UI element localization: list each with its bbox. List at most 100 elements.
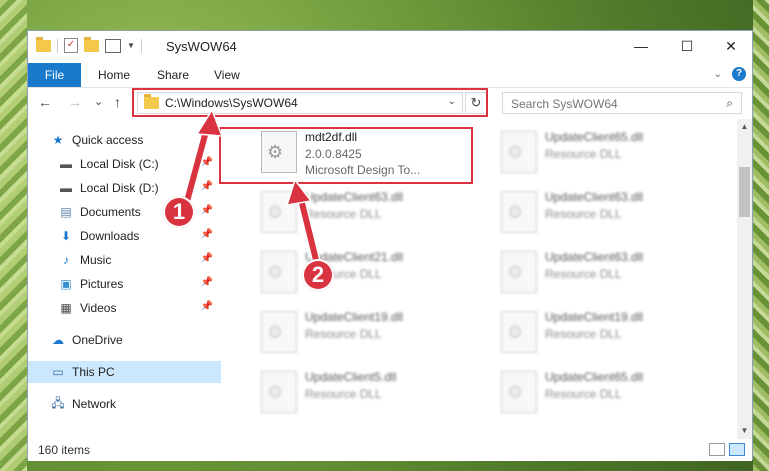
large-icons-view-icon[interactable] bbox=[729, 443, 745, 456]
ribbon-tabs: File Home Share View ⌄ ? bbox=[28, 63, 752, 88]
back-arrow-icon[interactable]: ← bbox=[38, 94, 52, 110]
address-highlight-box bbox=[132, 88, 488, 117]
chevron-down-icon[interactable]: ▼ bbox=[127, 41, 135, 50]
sidebar-item-label: Network bbox=[72, 397, 117, 411]
file-name: UpdateClient63.dll bbox=[305, 190, 404, 204]
file-item[interactable]: UpdateClient65.dll Resource DLL bbox=[487, 125, 717, 177]
dll-file-icon bbox=[261, 191, 297, 233]
file-name: UpdateClient5.dll bbox=[305, 370, 397, 384]
pin-icon[interactable]: 📌 bbox=[201, 253, 213, 264]
file-type: Resource DLL bbox=[305, 327, 382, 341]
file-name: UpdateClient19.dll bbox=[545, 310, 644, 324]
pictures-icon: ▣ bbox=[60, 277, 72, 291]
file-item[interactable]: UpdateClient19.dll Resource DLL bbox=[247, 305, 477, 357]
callout-step-1: 1 bbox=[163, 196, 195, 228]
pin-icon[interactable]: 📌 bbox=[201, 301, 213, 312]
file-item[interactable]: UpdateClient19.dll Resource DLL bbox=[487, 305, 717, 357]
pin-icon[interactable]: 📌 bbox=[201, 229, 213, 240]
desktop-background-right bbox=[753, 0, 769, 471]
sidebar-item-label: Quick access bbox=[72, 133, 144, 147]
help-icon[interactable]: ? bbox=[732, 67, 746, 81]
scroll-down-icon[interactable]: ▼ bbox=[737, 423, 752, 439]
file-item[interactable]: UpdateClient21.dllResource DLL bbox=[247, 245, 477, 297]
sidebar-item-music[interactable]: ♪ Music 📌 bbox=[28, 249, 221, 271]
pin-icon[interactable]: 📌 bbox=[201, 181, 213, 192]
tab-home[interactable]: Home bbox=[98, 63, 130, 87]
tab-file[interactable]: File bbox=[28, 63, 81, 87]
sidebar-item-label: Pictures bbox=[80, 277, 124, 291]
sidebar-item-downloads[interactable]: ⬇ Downloads 📌 bbox=[28, 225, 221, 247]
file-highlight-box bbox=[219, 127, 473, 184]
dll-file-icon bbox=[261, 371, 297, 413]
file-item[interactable]: UpdateClient63.dll Resource DLL bbox=[487, 185, 717, 237]
file-name: UpdateClient63.dll bbox=[545, 190, 644, 204]
drive-icon: ▬ bbox=[60, 181, 72, 195]
file-name: UpdateClient19.dll bbox=[305, 310, 404, 324]
search-input[interactable] bbox=[509, 94, 713, 114]
close-button[interactable]: ✕ bbox=[708, 31, 754, 61]
details-view-icon[interactable] bbox=[709, 443, 725, 456]
explorer-window: ✓ ▼ SysWOW64 — ☐ ✕ File Home Share View … bbox=[27, 30, 753, 461]
callout-step-2: 2 bbox=[302, 259, 334, 291]
status-bar: 160 items bbox=[28, 439, 752, 461]
sidebar-item-label: This PC bbox=[72, 365, 115, 379]
sidebar-item-this-pc[interactable]: ▭ This PC bbox=[28, 361, 221, 383]
sidebar-item-local-disk-d[interactable]: ▬ Local Disk (D:) 📌 bbox=[28, 177, 221, 199]
search-box[interactable]: ⌕ bbox=[502, 92, 742, 114]
pin-icon[interactable]: 📌 bbox=[201, 205, 213, 216]
tab-view[interactable]: View bbox=[214, 63, 240, 87]
desktop-background-left bbox=[0, 0, 27, 471]
up-arrow-icon[interactable]: ↑ bbox=[114, 94, 121, 110]
sidebar-item-onedrive[interactable]: ☁ OneDrive bbox=[28, 329, 221, 351]
folder-icon bbox=[36, 36, 51, 52]
sidebar-item-network[interactable]: 🖧 Network bbox=[28, 393, 221, 415]
dll-file-icon bbox=[261, 251, 297, 293]
file-type: Resource DLL bbox=[305, 387, 382, 401]
view-options-icon[interactable] bbox=[105, 38, 121, 53]
drive-icon: ▬ bbox=[60, 157, 72, 171]
tab-share[interactable]: Share bbox=[157, 63, 189, 87]
sidebar-item-label: Local Disk (C:) bbox=[80, 157, 159, 171]
expand-ribbon-icon[interactable]: ⌄ bbox=[714, 69, 722, 80]
sidebar-item-local-disk-c[interactable]: ▬ Local Disk (C:) 📌 bbox=[28, 153, 221, 175]
music-icon: ♪ bbox=[63, 253, 69, 267]
forward-arrow-icon[interactable]: → bbox=[68, 94, 82, 110]
scroll-up-icon[interactable]: ▲ bbox=[737, 119, 752, 135]
file-item[interactable]: UpdateClient65.dll Resource DLL bbox=[487, 365, 717, 417]
file-item[interactable]: UpdateClient5.dll Resource DLL bbox=[247, 365, 477, 417]
vertical-scrollbar[interactable]: ▲ ▼ bbox=[737, 119, 752, 439]
new-folder-icon[interactable] bbox=[84, 36, 99, 52]
file-type: Resource DLL bbox=[545, 207, 622, 221]
file-item[interactable]: UpdateClient63.dll Resource DLL bbox=[247, 185, 477, 237]
search-icon[interactable]: ⌕ bbox=[726, 96, 733, 111]
recent-locations-icon[interactable]: ⌄ bbox=[94, 95, 103, 108]
sidebar-item-label: Music bbox=[80, 253, 112, 267]
file-name: UpdateClient65.dll bbox=[545, 370, 644, 384]
navigation-pane: ★ Quick access ▬ Local Disk (C:) 📌 ▬ Loc… bbox=[28, 119, 221, 439]
file-type: Resource DLL bbox=[545, 267, 622, 281]
documents-icon: ▤ bbox=[60, 205, 72, 219]
file-name: UpdateClient65.dll bbox=[545, 130, 644, 144]
videos-icon: ▦ bbox=[60, 301, 72, 315]
ribbon-right-controls: ⌄ ? bbox=[714, 67, 746, 81]
quick-access-toolbar: ✓ ▼ bbox=[36, 36, 142, 53]
sidebar-item-label: Downloads bbox=[80, 229, 140, 243]
pin-icon[interactable]: 📌 bbox=[201, 277, 213, 288]
title-bar: ✓ ▼ SysWOW64 — ☐ ✕ bbox=[28, 31, 752, 63]
pin-icon[interactable]: 📌 bbox=[201, 157, 213, 168]
sidebar-item-quick-access[interactable]: ★ Quick access bbox=[28, 129, 221, 151]
file-item[interactable]: UpdateClient63.dll Resource DLL bbox=[487, 245, 717, 297]
maximize-button[interactable]: ☐ bbox=[664, 31, 710, 61]
properties-check-icon[interactable]: ✓ bbox=[64, 38, 78, 53]
file-type: Resource DLL bbox=[305, 207, 382, 221]
sidebar-item-label: OneDrive bbox=[72, 333, 123, 347]
sidebar-item-label: Local Disk (D:) bbox=[80, 181, 159, 195]
sidebar-item-label: Videos bbox=[80, 301, 117, 315]
scroll-thumb[interactable] bbox=[739, 167, 750, 217]
sidebar-item-pictures[interactable]: ▣ Pictures 📌 bbox=[28, 273, 221, 295]
dll-file-icon bbox=[501, 131, 537, 173]
download-icon: ⬇ bbox=[60, 229, 72, 243]
minimize-button[interactable]: — bbox=[618, 31, 664, 61]
dll-file-icon bbox=[501, 191, 537, 233]
sidebar-item-videos[interactable]: ▦ Videos 📌 bbox=[28, 297, 221, 319]
